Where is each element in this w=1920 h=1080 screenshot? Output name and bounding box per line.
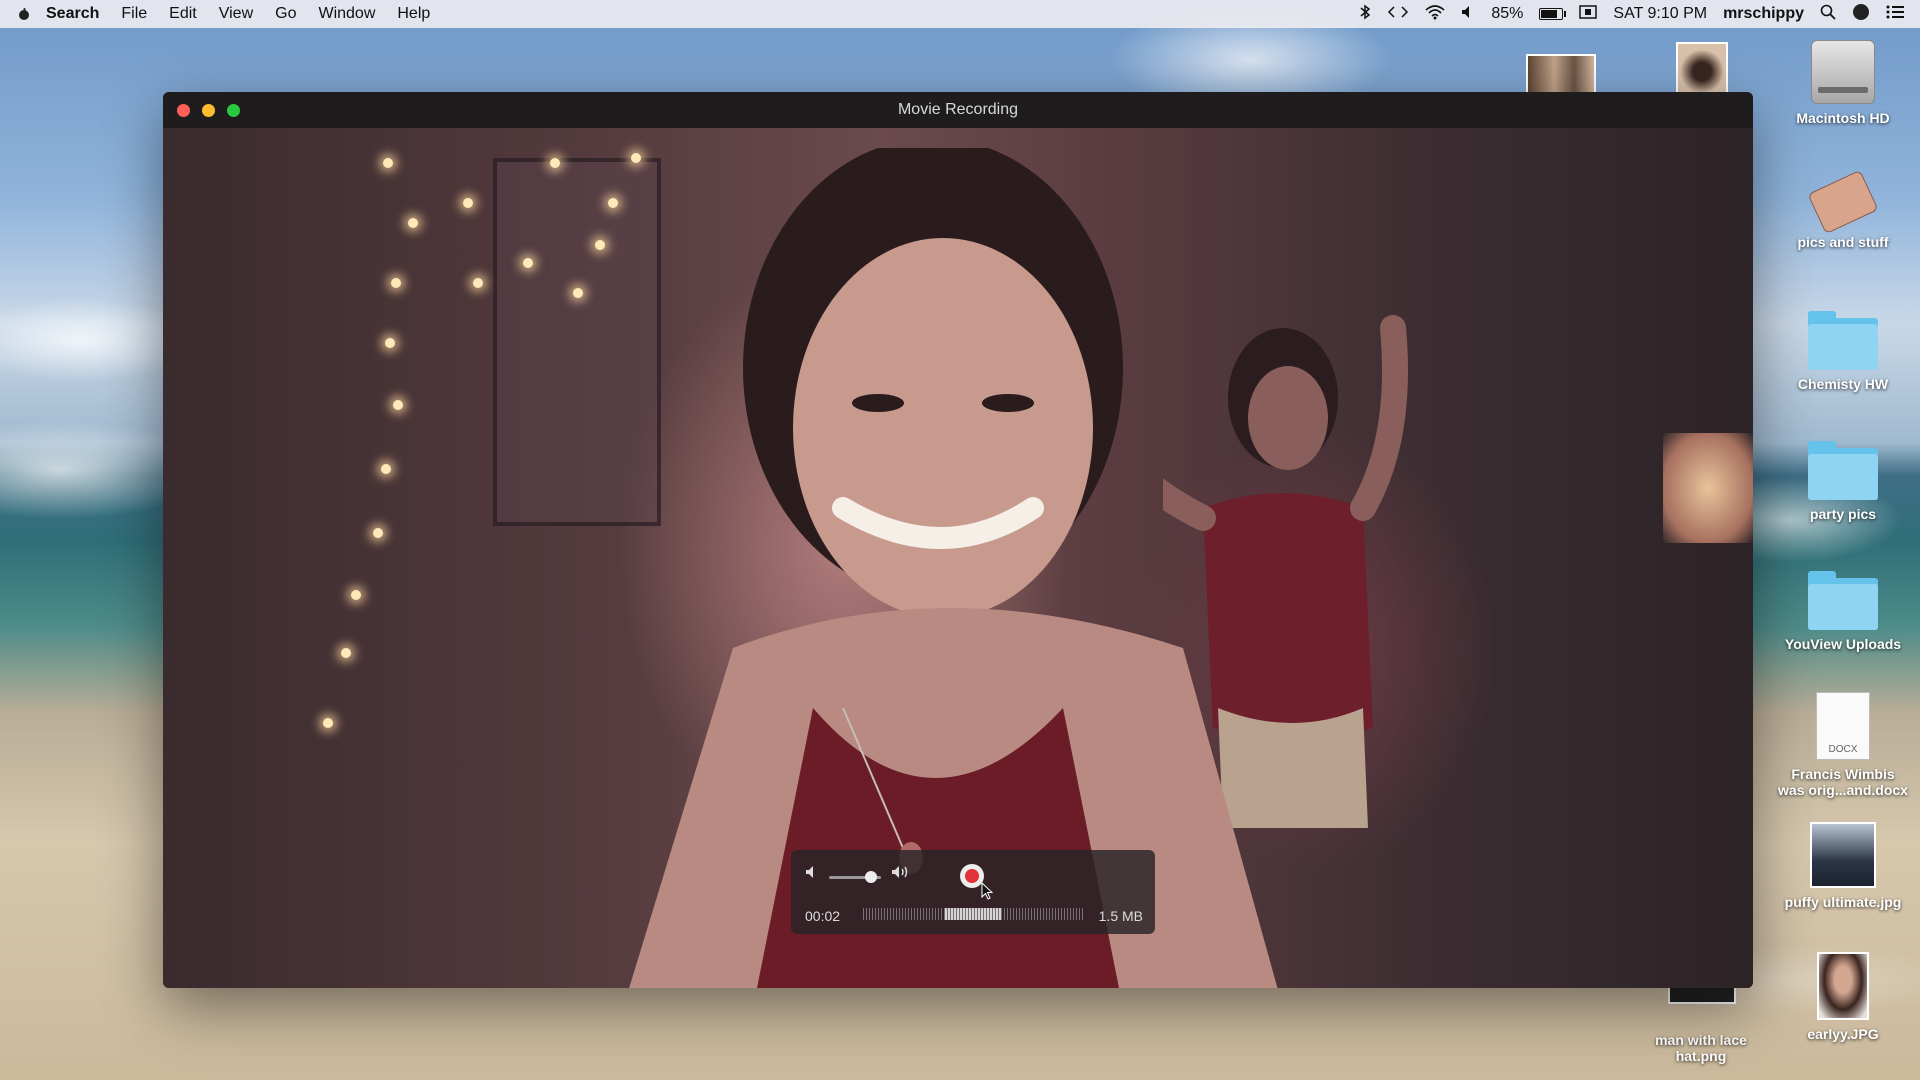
folder-icon xyxy=(1808,311,1878,370)
siri-icon[interactable] xyxy=(1852,3,1870,26)
window-title: Movie Recording xyxy=(897,101,1019,118)
battery-percent[interactable]: 85% xyxy=(1491,5,1523,23)
apple-menu-icon[interactable] xyxy=(16,6,32,22)
wifi-icon[interactable] xyxy=(1425,4,1445,25)
desktop-icon-label: party pics xyxy=(1809,506,1877,522)
menu-edit[interactable]: Edit xyxy=(169,5,197,23)
volume-icon[interactable] xyxy=(1461,5,1475,24)
desktop-icon-label: Macintosh HD xyxy=(1796,110,1890,126)
elapsed-time: 00:02 xyxy=(805,908,841,924)
battery-fill xyxy=(1541,10,1557,18)
lamp xyxy=(1663,433,1753,543)
desktop-icon-label: puffy ultimate.jpg xyxy=(1784,894,1902,910)
document-icon: DOCX xyxy=(1816,692,1870,760)
desktop-icon-chemisty-hw[interactable]: Chemisty HW xyxy=(1778,311,1908,392)
desktop-icon-label: earlyy.JPG xyxy=(1807,1026,1879,1042)
folder-icon xyxy=(1808,441,1878,500)
camera-preview: 00:02 1.5 MB xyxy=(163,128,1753,988)
battery-icon[interactable] xyxy=(1539,8,1567,20)
image-thumbnail xyxy=(1817,952,1869,1020)
code-brackets-icon[interactable] xyxy=(1387,5,1409,24)
volume-low-icon[interactable] xyxy=(805,864,821,883)
desktop-icon-francis-docx[interactable]: DOCX Francis Wimbis was orig...and.docx xyxy=(1778,692,1908,798)
menu-go[interactable]: Go xyxy=(275,5,296,23)
audio-level-fill xyxy=(945,908,1001,920)
file-size: 1.5 MB xyxy=(1098,908,1143,924)
external-drive-icon xyxy=(1807,169,1879,235)
notification-center-icon[interactable] xyxy=(1886,5,1904,24)
menu-clock[interactable]: SAT 9:10 PM xyxy=(1613,5,1707,23)
desktop-icon-earlyy[interactable]: earlyy.JPG xyxy=(1778,952,1908,1042)
status-area: 85% SAT 9:10 PM mrschippy xyxy=(1359,0,1920,28)
menu-file[interactable]: File xyxy=(121,5,147,23)
volume-slider-knob[interactable] xyxy=(864,871,877,883)
desktop-photo-thumbnail[interactable] xyxy=(1668,986,1736,1004)
window-titlebar[interactable]: Movie Recording xyxy=(163,92,1753,128)
desktop-icon-youview-uploads[interactable]: YouView Uploads xyxy=(1778,571,1908,652)
menu-user[interactable]: mrschippy xyxy=(1723,5,1804,23)
desktop-icon-pics-and-stuff[interactable]: pics and stuff xyxy=(1778,169,1908,250)
desktop-icon-man-with-lace-hat[interactable]: man with lace hat.png xyxy=(1636,1032,1766,1064)
desktop-icon-label: pics and stuff xyxy=(1797,234,1889,250)
desktop-icon-label: man with lace hat.png xyxy=(1655,1032,1747,1064)
movie-recording-window: Movie Recording 00:02 1.5 MB xyxy=(163,92,1753,988)
audio-level-meter xyxy=(863,908,1083,920)
desktop-photo-thumbnail[interactable] xyxy=(1526,54,1596,96)
desktop-icon-macintosh-hd[interactable]: Macintosh HD xyxy=(1778,40,1908,126)
desktop-icon-label: Francis Wimbis was orig...and.docx xyxy=(1778,766,1908,798)
menu-app-name[interactable]: Search xyxy=(46,5,99,23)
menu-help[interactable]: Help xyxy=(397,5,430,23)
folder-icon xyxy=(1808,571,1878,630)
image-thumbnail xyxy=(1810,822,1876,888)
desktop-icon-label: Chemisty HW xyxy=(1797,376,1889,392)
desktop-photo-thumbnail[interactable] xyxy=(1676,42,1728,96)
spotlight-search-icon[interactable] xyxy=(1820,4,1836,25)
record-dot-icon xyxy=(965,869,979,883)
menu-window[interactable]: Window xyxy=(318,5,375,23)
volume-slider[interactable] xyxy=(829,871,881,883)
document-type-badge: DOCX xyxy=(1828,744,1858,755)
desktop-icon-party-pics[interactable]: party pics xyxy=(1778,441,1908,522)
menu-bar: Search File Edit View Go Window Help 85%… xyxy=(0,0,1920,28)
desktop-icon-puffy-ultimate[interactable]: puffy ultimate.jpg xyxy=(1778,822,1908,910)
recording-controls: 00:02 1.5 MB xyxy=(791,850,1155,934)
display-icon[interactable] xyxy=(1579,4,1598,24)
desktop-icon-label: YouView Uploads xyxy=(1784,636,1902,652)
hard-drive-icon xyxy=(1811,40,1875,104)
bluetooth-icon[interactable] xyxy=(1359,4,1371,25)
mouse-cursor-icon xyxy=(981,881,994,903)
menu-view[interactable]: View xyxy=(219,5,253,23)
volume-high-icon[interactable] xyxy=(891,864,911,883)
